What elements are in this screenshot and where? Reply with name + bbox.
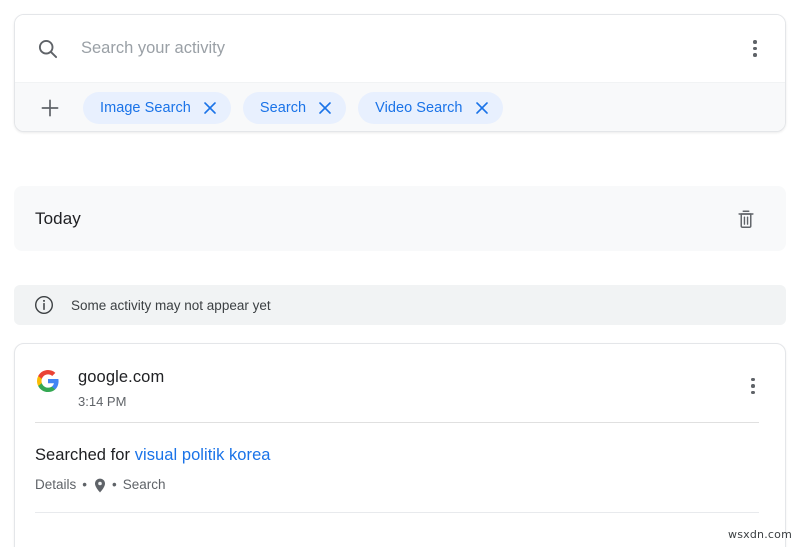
info-icon — [34, 295, 54, 315]
activity-card: google.com 3:14 PM Searched for visual p… — [14, 343, 786, 547]
activity-action-line: Searched for visual politik korea — [35, 444, 765, 466]
activity-card-body: Searched for visual politik korea Detail… — [15, 423, 785, 494]
dot — [751, 384, 755, 388]
add-filter-button[interactable] — [35, 93, 65, 123]
trash-icon — [735, 208, 757, 230]
action-prefix: Searched for — [35, 446, 135, 464]
today-section-header: Today — [14, 186, 786, 251]
dot — [753, 53, 757, 57]
activity-source: google.com 3:14 PM — [78, 366, 733, 410]
dot — [751, 378, 755, 382]
activity-card-header: google.com 3:14 PM — [15, 344, 785, 422]
filter-chips-row: Image Search Search Vi — [15, 82, 785, 132]
search-input[interactable] — [81, 29, 735, 69]
activity-time: 3:14 PM — [78, 393, 733, 410]
bullet-separator: • — [112, 476, 117, 494]
site-name: google.com — [78, 366, 733, 388]
watermark: wsxdn.com — [728, 528, 792, 541]
google-g-icon — [35, 368, 61, 394]
chip-label: Search — [260, 100, 306, 116]
search-card: Image Search Search Vi — [14, 14, 786, 132]
delete-today-activity-button[interactable] — [728, 201, 764, 237]
search-more-options-button[interactable] — [735, 29, 775, 69]
activity-type-label: Search — [123, 476, 166, 494]
search-icon — [35, 36, 61, 62]
close-icon[interactable] — [317, 100, 333, 116]
search-row — [15, 15, 785, 82]
location-pin-icon — [93, 477, 106, 493]
dot — [751, 391, 755, 395]
filter-chip-image-search[interactable]: Image Search — [83, 92, 231, 124]
plus-icon — [39, 97, 61, 119]
close-icon[interactable] — [474, 100, 490, 116]
close-icon[interactable] — [202, 100, 218, 116]
activity-meta-line: Details • • Search — [35, 476, 765, 494]
activity-page: Image Search Search Vi — [0, 0, 800, 547]
dot — [753, 40, 757, 44]
activity-notice-banner: Some activity may not appear yet — [14, 285, 786, 325]
filter-chip-video-search[interactable]: Video Search — [358, 92, 502, 124]
dot — [753, 47, 757, 51]
today-label: Today — [35, 209, 81, 229]
chip-label: Image Search — [100, 100, 191, 116]
bullet-separator: • — [82, 476, 87, 494]
details-link[interactable]: Details — [35, 476, 76, 494]
card-divider-bottom — [35, 512, 759, 513]
activity-more-options-button[interactable] — [733, 366, 773, 406]
filter-chip-search[interactable]: Search — [243, 92, 346, 124]
chip-label: Video Search — [375, 100, 462, 116]
notice-text: Some activity may not appear yet — [71, 298, 271, 313]
search-query-link[interactable]: visual politik korea — [135, 446, 271, 464]
